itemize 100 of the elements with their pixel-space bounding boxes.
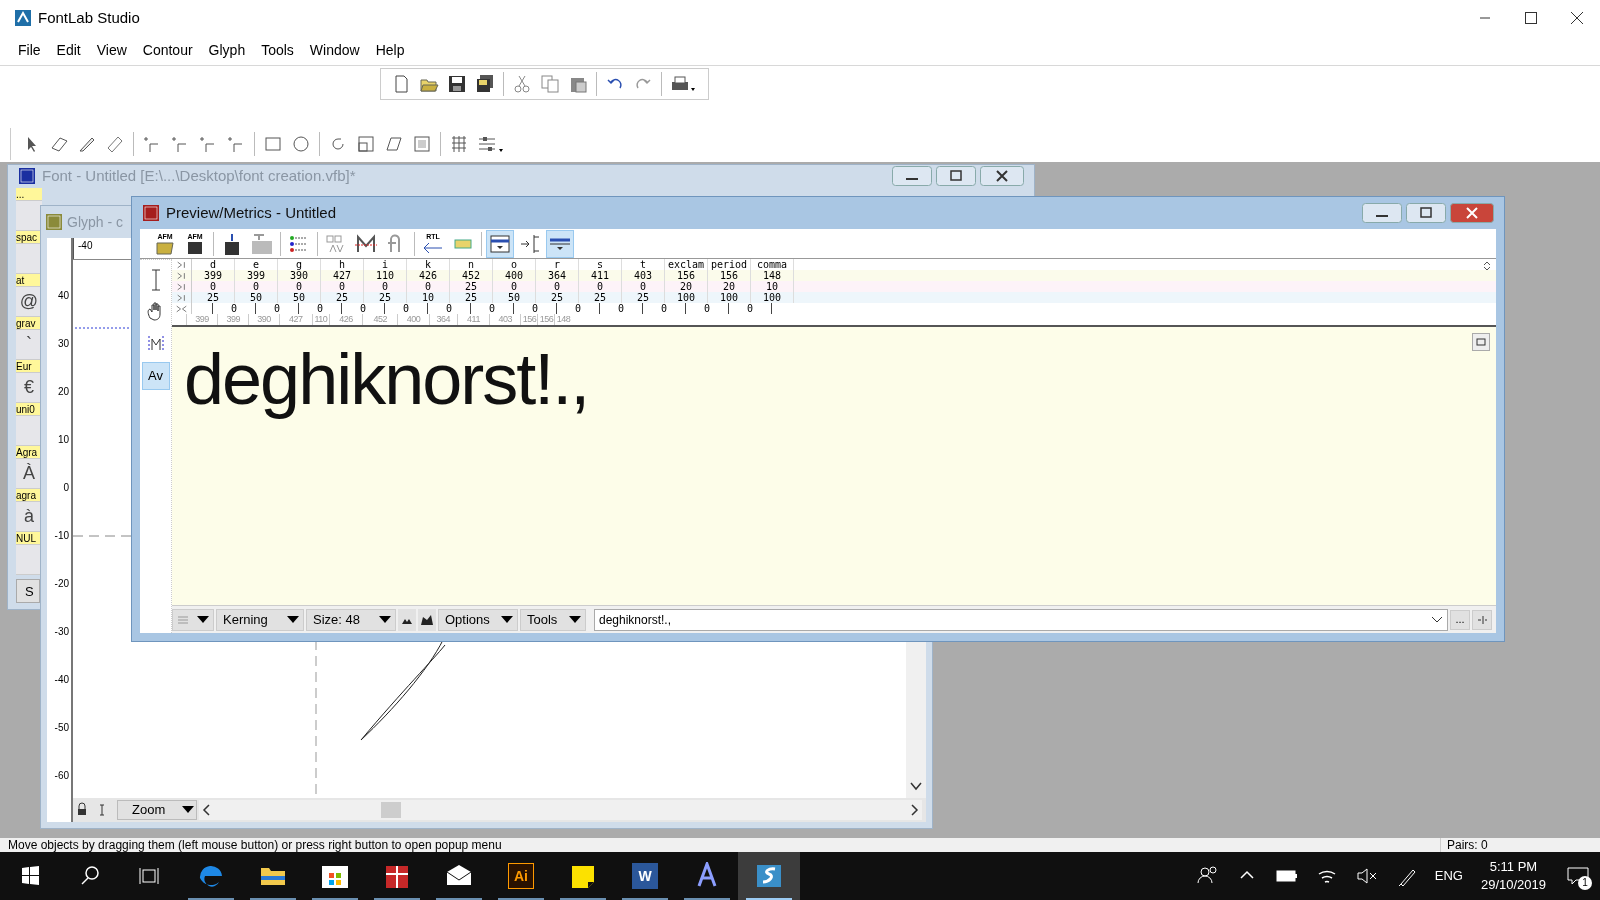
scissors-icon[interactable]	[512, 74, 532, 94]
table-toggle-button[interactable]	[486, 229, 514, 258]
export-icon	[250, 231, 274, 256]
panel-button[interactable]: S	[16, 579, 40, 604]
small-glyph-icon[interactable]	[398, 608, 416, 631]
kerning-cell: 0	[557, 303, 600, 314]
scrollbar-thumb[interactable]	[381, 802, 401, 818]
ruler-label: -30	[53, 625, 70, 639]
width-ruler-cell: 110	[311, 314, 329, 325]
ruler-label: 20	[56, 385, 70, 399]
word-app-icon: W	[632, 863, 658, 889]
menu-item[interactable]: Contour	[134, 40, 201, 61]
mode-label: Kerning	[222, 610, 268, 629]
ruler-label: -40	[53, 673, 70, 687]
right-sidebearing-cell: 25	[450, 292, 493, 303]
tools-dropdown[interactable]: Tools	[520, 608, 586, 631]
ruler-label: 30	[56, 337, 70, 351]
right-sidebearing-cell: 10	[407, 292, 450, 303]
text-input-field[interactable]: deghiknorst!.,	[594, 608, 1448, 631]
app-logo-icon	[14, 9, 32, 27]
tools-label: Tools	[526, 610, 558, 629]
dropdown-arrow-icon	[501, 615, 513, 624]
window-title: Preview/Metrics - Untitled	[166, 202, 337, 223]
message-icon	[1567, 866, 1589, 886]
kerning-cell: 0	[385, 303, 428, 314]
options-dropdown[interactable]: Options	[438, 608, 518, 631]
width-ruler-cell: 411	[456, 314, 489, 325]
kerning-cell: 0	[514, 303, 557, 314]
align-icon[interactable]	[477, 134, 505, 154]
clock[interactable]: 5:11 PM 29/10/2019	[1470, 858, 1556, 894]
ruler-toggle-button[interactable]	[546, 229, 574, 258]
text-cursor-icon	[149, 268, 162, 292]
zoom-label: Zoom	[131, 801, 166, 820]
window-title: FontLab Studio	[38, 7, 140, 28]
zoom-dropdown[interactable]: Zoom	[117, 800, 197, 820]
right-sidebearing-cell: 25	[364, 292, 407, 303]
menu-item[interactable]: View	[88, 40, 135, 61]
width-ruler-cell: 399	[217, 314, 249, 325]
menu-item[interactable]: Edit	[48, 40, 89, 61]
rtl-icon	[421, 240, 445, 255]
width-ruler-cell: 390	[248, 314, 279, 325]
illustrator-app-icon: Ai	[508, 863, 534, 889]
menu-item[interactable]: File	[10, 40, 49, 61]
dropdown-arrow-icon	[197, 615, 209, 624]
right-sidebearing-cell: 100	[708, 292, 751, 303]
large-glyph-icon[interactable]	[418, 608, 436, 631]
sample-text: deghiknorst!.,	[184, 338, 589, 421]
minimize-icon[interactable]	[1362, 203, 1402, 223]
notifications-button[interactable]: 1	[1556, 852, 1600, 900]
size-dropdown[interactable]: Size: 48	[306, 608, 396, 631]
ruler-label: 40	[56, 289, 70, 303]
menu-item[interactable]: Window	[301, 40, 368, 61]
menu-item[interactable]: Glyph	[200, 40, 254, 61]
right-sidebearing-cell: 25	[579, 292, 622, 303]
language-indicator[interactable]: ENG	[1426, 866, 1471, 886]
window-title: Font - Untitled [E:\...\Desktop\font creation.vfb]*	[42, 166, 356, 186]
width-ruler-cell: 426	[328, 314, 363, 325]
kerning-cell: 0	[299, 303, 342, 314]
fit-icon[interactable]	[1472, 609, 1492, 630]
width-ruler-cell: 156	[537, 314, 555, 325]
mode-dropdown[interactable]: Kerning	[216, 608, 304, 631]
right-sidebearing-cell: 50	[235, 292, 278, 303]
scale-icon[interactable]	[356, 134, 376, 154]
ruler-label: 0	[62, 481, 70, 495]
kerning-cell: 0	[600, 303, 643, 314]
kerning-cell: 0	[643, 303, 686, 314]
status-text: Move objects by dragging them (left mouse button) or press right button to open popup menu	[7, 838, 502, 852]
close-icon[interactable]	[1450, 203, 1494, 223]
taskbar-app-button[interactable]: Ai	[490, 852, 552, 900]
dropdown-arrow-icon	[569, 615, 581, 624]
right-sidebearing-cell: 25	[622, 292, 665, 303]
panel-toggle-icon[interactable]	[1472, 333, 1490, 351]
horizontal-scrollbar[interactable]	[199, 800, 922, 820]
right-sidebearing-cell: 25	[192, 292, 235, 303]
size-label: Size: 48	[312, 610, 360, 629]
ruler-label: -60	[53, 769, 70, 783]
menu-item[interactable]: Tools	[253, 40, 302, 61]
minimize-icon[interactable]	[892, 166, 932, 187]
view-dropdown[interactable]	[172, 608, 214, 631]
right-sidebearing-cell: 50	[278, 292, 321, 303]
menu-item[interactable]: Help	[367, 40, 413, 61]
taskbar-app-button[interactable]	[738, 852, 800, 900]
close-icon[interactable]	[980, 166, 1024, 187]
dropdown-arrow-icon	[182, 806, 194, 814]
taskbar-app-button[interactable]: W	[614, 852, 676, 900]
more-button[interactable]: ...	[1450, 609, 1470, 630]
ruler-label: -40	[73, 238, 93, 259]
collapse-icon[interactable]	[1482, 261, 1492, 271]
right-sidebearing-cell: 25	[321, 292, 364, 303]
floppy-disks-icon[interactable]	[475, 74, 495, 94]
window-title: Glyph - c	[67, 212, 123, 232]
options-label: Options	[444, 610, 490, 629]
ruler-label: -50	[53, 721, 70, 735]
lines-icon	[177, 614, 189, 625]
circle-icon[interactable]	[291, 134, 311, 154]
slant-icon[interactable]	[384, 134, 404, 154]
right-sidebearing-cell: 50	[493, 292, 536, 303]
kerning-tool[interactable]: Av	[141, 362, 170, 390]
grid-icon[interactable]	[449, 134, 469, 154]
ruler-icon[interactable]	[105, 134, 125, 154]
